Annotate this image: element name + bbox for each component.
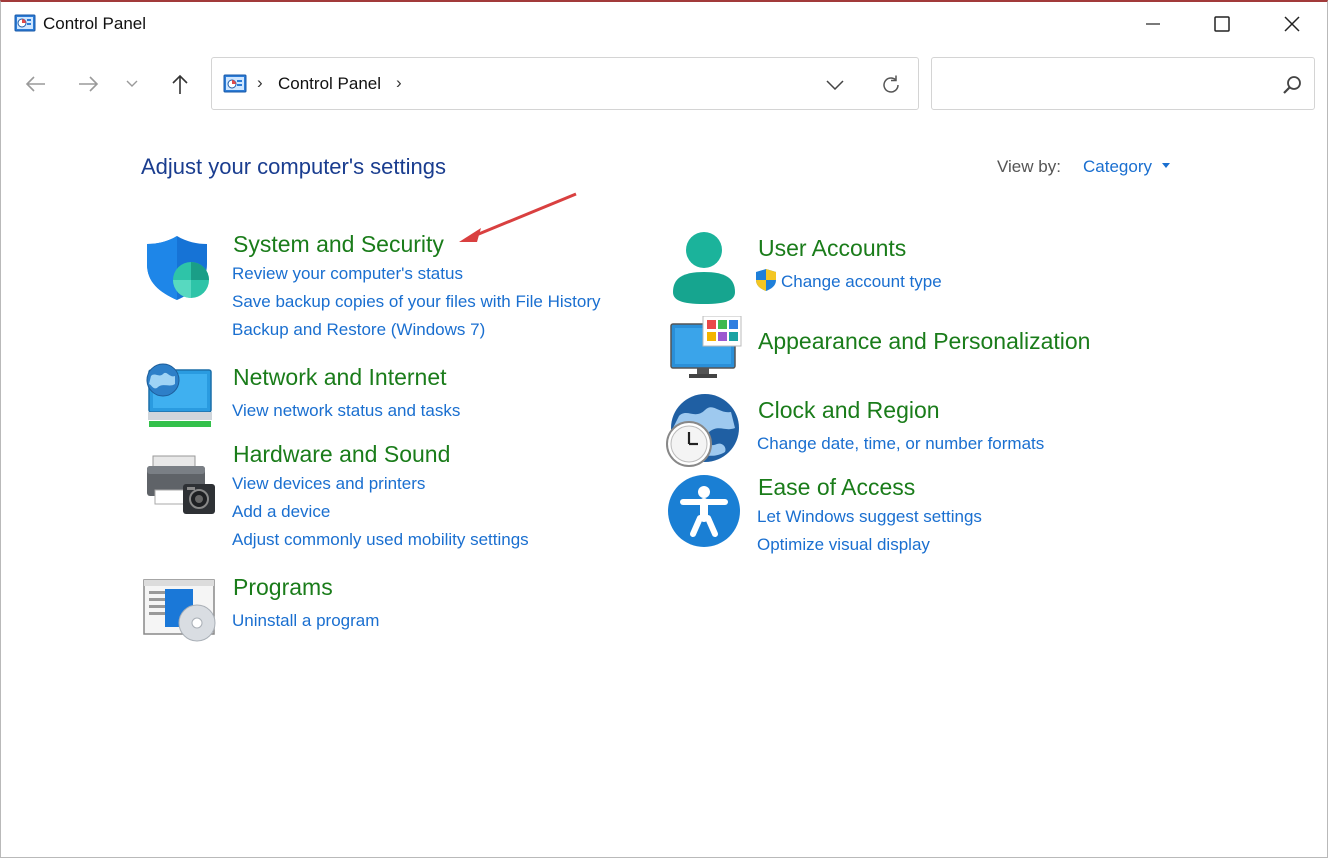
minimize-button[interactable] xyxy=(1118,2,1188,46)
forward-arrow-icon xyxy=(79,76,99,92)
printer-icon[interactable] xyxy=(145,454,217,516)
control-panel-window: Control Panel › Control Panel › Adjust y… xyxy=(0,0,1328,858)
refresh-icon xyxy=(883,75,899,93)
link-network-status[interactable]: View network status and tasks xyxy=(232,401,460,421)
maximize-button[interactable] xyxy=(1187,2,1257,46)
page-heading: Adjust your computer's settings xyxy=(141,154,447,179)
link-change-account-type[interactable]: Change account type xyxy=(781,272,942,292)
refresh-button[interactable] xyxy=(876,71,906,99)
address-dropdown-button[interactable] xyxy=(820,72,850,98)
chevron-down-icon xyxy=(826,80,844,90)
close-icon xyxy=(1284,16,1300,32)
caret-down-icon[interactable] xyxy=(1162,163,1170,168)
link-date-time-formats[interactable]: Change date, time, or number formats xyxy=(757,434,1044,454)
maximize-icon xyxy=(1214,16,1230,32)
category-appearance-and-personalization[interactable]: Appearance and Personalization xyxy=(758,328,1090,355)
category-ease-of-access[interactable]: Ease of Access xyxy=(758,474,915,501)
close-button[interactable] xyxy=(1257,2,1327,46)
chevron-down-icon xyxy=(126,80,138,87)
link-devices-printers[interactable]: View devices and printers xyxy=(232,474,425,494)
link-mobility-settings[interactable]: Adjust commonly used mobility settings xyxy=(232,530,529,550)
category-clock-and-region[interactable]: Clock and Region xyxy=(758,397,940,424)
view-by-label: View by: xyxy=(997,157,1061,176)
link-add-device[interactable]: Add a device xyxy=(232,502,330,522)
link-file-history[interactable]: Save backup copies of your files with Fi… xyxy=(232,292,601,312)
monitor-icon[interactable] xyxy=(669,316,743,380)
category-hardware-and-sound[interactable]: Hardware and Sound xyxy=(233,441,450,468)
category-network-and-internet[interactable]: Network and Internet xyxy=(233,364,447,391)
category-user-accounts[interactable]: User Accounts xyxy=(758,235,906,262)
category-system-and-security[interactable]: System and Security xyxy=(233,231,444,258)
control-panel-icon xyxy=(14,14,36,32)
breadcrumb-separator[interactable]: › xyxy=(257,73,263,93)
link-backup-restore[interactable]: Backup and Restore (Windows 7) xyxy=(232,320,485,340)
up-button[interactable] xyxy=(162,64,198,104)
search-box[interactable] xyxy=(931,57,1315,110)
search-input[interactable] xyxy=(940,70,1270,98)
category-programs[interactable]: Programs xyxy=(233,574,333,601)
shield-icon[interactable] xyxy=(145,234,213,302)
accessibility-icon[interactable] xyxy=(667,474,741,548)
link-windows-suggest-settings[interactable]: Let Windows suggest settings xyxy=(757,507,982,527)
minimize-icon xyxy=(1146,23,1160,25)
link-review-status[interactable]: Review your computer's status xyxy=(232,264,463,284)
recent-locations-button[interactable] xyxy=(117,64,147,104)
network-globe-icon[interactable] xyxy=(143,362,215,430)
forward-button[interactable] xyxy=(71,64,107,104)
breadcrumb-control-panel[interactable]: Control Panel xyxy=(278,74,381,94)
programs-disc-icon[interactable] xyxy=(143,579,217,645)
back-arrow-icon xyxy=(25,76,45,92)
view-by-dropdown[interactable]: Category xyxy=(1083,157,1152,177)
annotation-arrow-icon xyxy=(459,192,577,242)
link-uninstall-program[interactable]: Uninstall a program xyxy=(232,611,379,631)
window-title: Control Panel xyxy=(43,14,147,33)
breadcrumb-separator[interactable]: › xyxy=(396,73,402,93)
up-arrow-icon xyxy=(172,74,188,94)
user-icon[interactable] xyxy=(671,230,737,306)
control-panel-icon xyxy=(223,74,247,93)
link-optimize-visual-display[interactable]: Optimize visual display xyxy=(757,535,930,555)
title-bar[interactable]: Control Panel xyxy=(1,2,1327,46)
globe-clock-icon[interactable] xyxy=(665,392,741,468)
address-bar[interactable]: › Control Panel › xyxy=(211,57,919,110)
uac-shield-icon xyxy=(756,269,776,291)
back-button[interactable] xyxy=(17,64,53,104)
search-icon[interactable] xyxy=(1281,74,1303,96)
